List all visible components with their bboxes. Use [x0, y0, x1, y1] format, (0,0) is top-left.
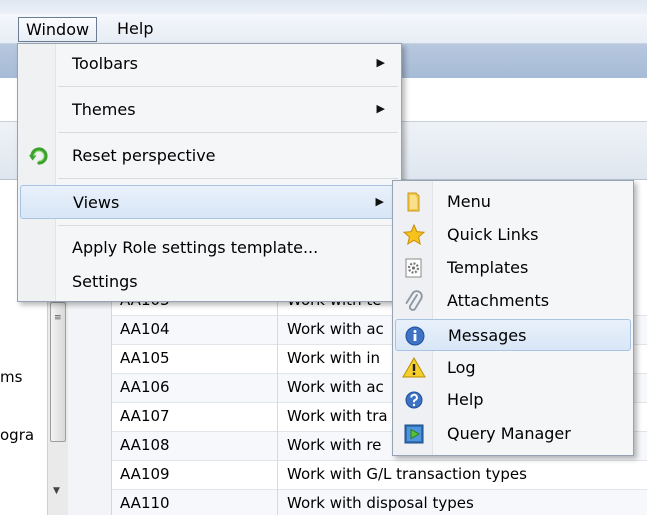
star-icon — [402, 223, 426, 247]
views-item-quick-links[interactable]: Quick Links — [395, 219, 631, 251]
menu-item-themes[interactable]: Themes ▶ — [20, 93, 399, 127]
menu-item-label: Themes — [72, 100, 136, 119]
left-panel-item[interactable]: ogra — [0, 426, 34, 444]
views-item-help[interactable]: Help — [395, 384, 631, 416]
table-cell-description: Work with G/L transaction types — [287, 465, 527, 483]
menu-item-label: Menu — [447, 192, 491, 211]
menu-item-label: Settings — [72, 272, 138, 291]
window-menu-dropdown: Toolbars ▶ Themes ▶ Reset perspective Vi… — [17, 43, 402, 302]
menu-item-apply-role-settings[interactable]: Apply Role settings template... — [20, 231, 399, 265]
menu-item-label: Log — [447, 358, 476, 377]
menu-item-label: Messages — [448, 326, 527, 345]
menu-item-toolbars[interactable]: Toolbars ▶ — [20, 47, 399, 81]
menu-item-label: Quick Links — [447, 225, 539, 244]
menu-bar: Window Help — [0, 14, 647, 44]
info-icon — [403, 324, 427, 348]
menu-item-views[interactable]: Views ▶ — [20, 185, 399, 219]
menu-separator — [58, 132, 398, 133]
views-submenu: Menu Quick Links Templates Attachments M… — [392, 180, 634, 456]
menu-help[interactable]: Help — [110, 17, 160, 42]
views-item-messages[interactable]: Messages — [395, 319, 631, 351]
table-cell-code: AA106 — [120, 378, 170, 396]
help-icon — [402, 388, 426, 412]
table-row[interactable]: AA110 Work with disposal types — [112, 490, 647, 515]
menu-item-label: Views — [73, 193, 120, 212]
menu-window[interactable]: Window — [18, 17, 98, 42]
folder-icon — [402, 190, 426, 214]
left-panel-item[interactable]: ms — [0, 368, 22, 386]
table-cell-code: AA109 — [120, 465, 170, 483]
menu-item-reset-perspective[interactable]: Reset perspective — [20, 139, 399, 173]
menu-item-label: Apply Role settings template... — [72, 238, 319, 257]
views-item-templates[interactable]: Templates — [395, 252, 631, 284]
warning-icon — [402, 356, 426, 380]
menu-item-label: Toolbars — [72, 54, 138, 73]
table-cell-code: AA110 — [120, 494, 170, 512]
table-row[interactable]: AA109 Work with G/L transaction types — [112, 461, 647, 490]
table-cell-code: AA108 — [120, 436, 170, 454]
views-item-menu[interactable]: Menu — [395, 186, 631, 218]
menu-separator — [58, 225, 398, 226]
scroll-down-arrow-icon[interactable]: ▼ — [53, 486, 60, 496]
menu-item-label: Query Manager — [447, 424, 571, 443]
vertical-scrollbar[interactable]: ≡ ▼ — [47, 300, 68, 515]
submenu-arrow-icon: ▶ — [375, 195, 384, 208]
title-strip — [0, 0, 647, 14]
menu-item-label: Attachments — [447, 291, 550, 310]
menu-item-label: Help — [447, 390, 484, 409]
views-item-attachments[interactable]: Attachments — [395, 285, 631, 317]
submenu-arrow-icon: ▶ — [376, 56, 385, 69]
table-cell-code: AA107 — [120, 407, 170, 425]
paperclip-icon — [402, 289, 426, 313]
table-cell-description: Work with disposal types — [287, 494, 474, 512]
scrollbar-thumb[interactable]: ≡ — [50, 302, 66, 442]
menu-separator — [58, 86, 398, 87]
gear-doc-icon — [402, 256, 426, 280]
query-manager-icon — [402, 422, 426, 446]
menu-separator — [58, 178, 398, 179]
menu-item-label: Reset perspective — [72, 146, 216, 165]
menu-item-label: Templates — [447, 258, 529, 277]
menu-item-settings[interactable]: Settings — [20, 265, 399, 299]
refresh-icon — [28, 145, 50, 167]
grip-icon: ≡ — [54, 313, 62, 323]
views-item-log[interactable]: Log — [395, 352, 631, 384]
views-item-query-manager[interactable]: Query Manager — [395, 418, 631, 450]
table-cell-code: AA105 — [120, 349, 170, 367]
table-cell-code: AA104 — [120, 320, 170, 338]
submenu-arrow-icon: ▶ — [376, 102, 385, 115]
